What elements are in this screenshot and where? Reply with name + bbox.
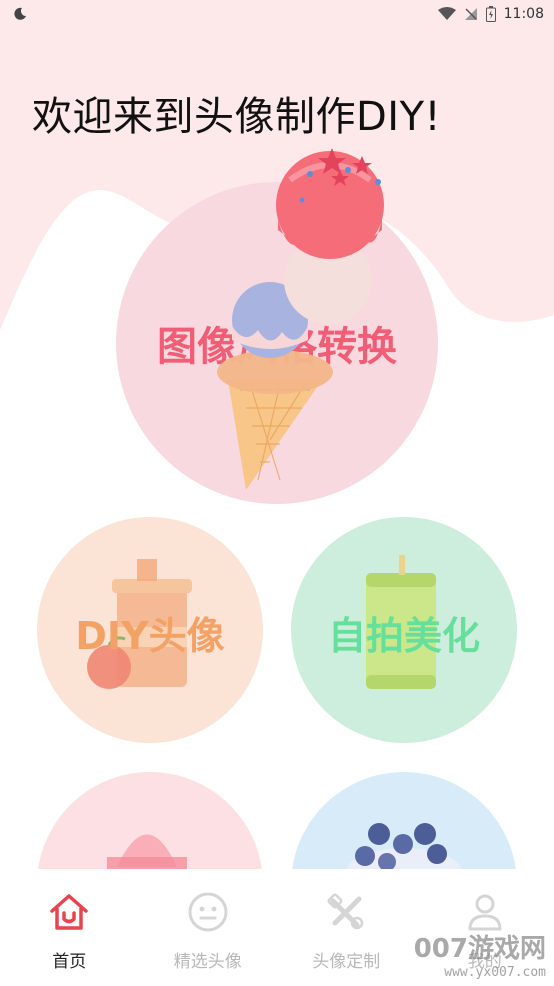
ice-cream-illustration	[217, 148, 384, 490]
selfie-beauty-card[interactable]: 自拍美化	[291, 517, 517, 743]
battery-icon	[485, 6, 496, 22]
no-signal-icon	[464, 8, 477, 20]
home-icon	[46, 889, 92, 935]
selfie-beauty-label: 自拍美化	[327, 614, 480, 658]
welcome-title: 欢迎来到头像制作DIY!	[32, 94, 442, 140]
tab-home-label: 首页	[52, 952, 87, 972]
watermark: 007游戏网 www.yx007.com	[414, 928, 546, 980]
watermark-title: 007游戏网	[413, 934, 546, 964]
tab-featured-avatars[interactable]: 精选头像	[139, 869, 278, 986]
status-bar: 11:08	[0, 0, 554, 28]
tab-featured-label: 精选头像	[173, 952, 242, 972]
wifi-icon	[437, 7, 456, 20]
tab-home[interactable]: 首页	[0, 869, 139, 986]
clock-time: 11:08	[503, 6, 544, 22]
diy-avatar-label: DIY头像	[75, 614, 225, 658]
diy-avatar-card[interactable]: DIY头像	[37, 517, 263, 743]
tab-custom-label: 头像定制	[312, 952, 381, 972]
smiley-icon	[185, 889, 231, 935]
tools-icon	[323, 889, 369, 935]
moon-icon	[14, 7, 26, 20]
watermark-url: www.yx007.com	[444, 965, 546, 980]
tab-avatar-custom[interactable]: 头像定制	[277, 869, 416, 986]
